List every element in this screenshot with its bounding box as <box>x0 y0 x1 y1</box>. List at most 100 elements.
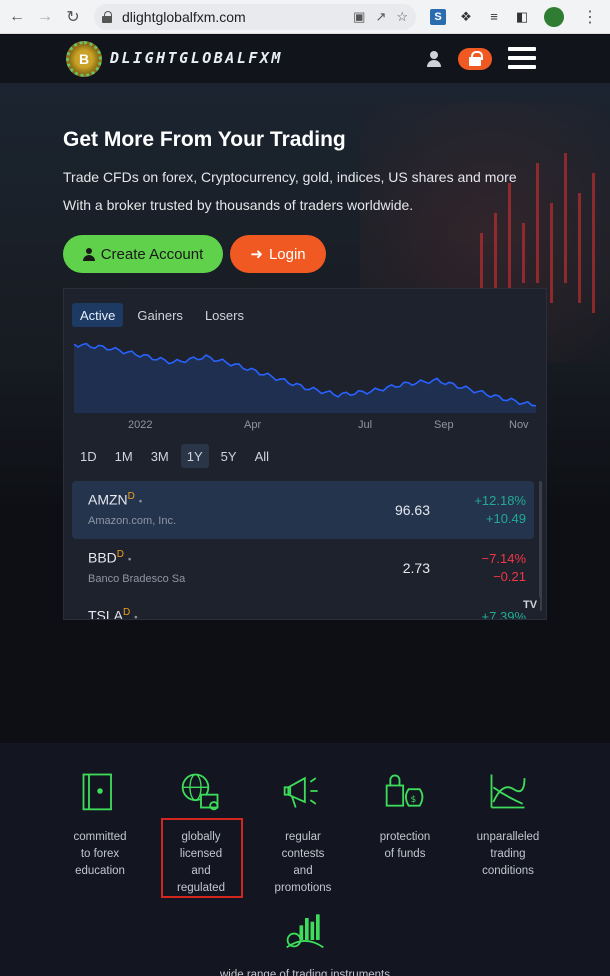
x-tick-label: Jul <box>358 419 373 431</box>
login-label: Login <box>268 245 306 263</box>
feature-item: committed to forex education <box>60 767 140 880</box>
feature-item: wide range of trading instruments <box>200 905 410 976</box>
user-icon <box>82 247 95 261</box>
market-overview-widget: Active Gainers Losers 2022 Apr Jul Sep Nov 1D 1… <box>63 288 547 620</box>
brand-name[interactable]: DLIGHTGLOBALFXM <box>110 49 283 67</box>
translate-icon[interactable]: ▣ <box>353 9 365 25</box>
extensions-puzzle-icon[interactable]: ❖ <box>458 9 474 25</box>
feature-label-line: conditions <box>482 865 534 877</box>
chart-area-fill <box>74 343 536 413</box>
chart-x-axis: 2022 Apr Jul Sep Nov <box>64 419 546 433</box>
symbol-price: 190.72 <box>387 618 430 619</box>
range-all[interactable]: All <box>249 444 275 468</box>
create-account-button[interactable]: Create Account <box>63 235 223 273</box>
feature-label-line: wide range of trading instruments <box>219 969 391 976</box>
feature-label-line: regular <box>285 831 321 843</box>
x-tick-label: Apr <box>244 419 262 431</box>
globe-certificate-icon <box>181 773 219 811</box>
hero-title: Get More From Your Trading <box>63 128 346 151</box>
symbol-ticker: BBDD • <box>88 549 132 566</box>
instruments-icon <box>286 914 324 949</box>
profile-avatar[interactable] <box>544 6 564 27</box>
feature-label-line: of funds <box>384 848 426 860</box>
range-5y[interactable]: 5Y <box>215 444 243 468</box>
back-icon[interactable]: ← <box>6 6 28 28</box>
create-account-label: Create Account <box>100 245 204 263</box>
lock-icon <box>102 10 112 23</box>
padlock-icon <box>469 51 483 66</box>
list-scrollbar[interactable] <box>539 481 542 611</box>
symbol-change: −0.21 <box>493 569 526 584</box>
site-header: B DLIGHTGLOBALFXM <box>0 35 610 83</box>
delayed-badge: D <box>116 549 125 560</box>
website: B DLIGHTGLOBALFXM Get More From Your Tra… <box>0 35 610 976</box>
tab-losers[interactable]: Losers <box>197 303 252 327</box>
feature-label-line: contests <box>281 848 325 860</box>
bookmark-star-icon[interactable]: ☆ <box>396 9 408 25</box>
symbol-ticker: AMZND • <box>88 491 143 508</box>
range-1m[interactable]: 1M <box>109 444 139 468</box>
book-icon <box>82 773 112 811</box>
delayed-badge: D <box>127 491 135 502</box>
feature-label-line: committed <box>73 831 127 843</box>
feature-label-line: unparalleled <box>476 831 540 843</box>
logo-letter: B <box>78 51 90 67</box>
feature-label-line: protection <box>379 831 431 843</box>
price-chart[interactable] <box>74 337 536 413</box>
delayed-badge: D <box>123 607 131 618</box>
tradingview-logo-icon[interactable]: TV <box>520 597 540 613</box>
svg-text:$: $ <box>411 794 417 805</box>
symbol-change: +10.49 <box>485 511 526 526</box>
money-bag-lock-icon: $ <box>385 774 424 807</box>
features-section: committed to forex education globally licens… <box>0 743 610 976</box>
logo-coin-icon[interactable]: B <box>66 41 102 77</box>
address-bar[interactable]: dlightglobalfxm.com ▣ ↗ ☆ <box>94 3 416 30</box>
symbol-ticker: TSLAD • <box>88 607 138 620</box>
feature-item: unparalleled trading conditions <box>466 767 550 880</box>
feature-label-line: promotions <box>274 882 332 894</box>
symbol-name: Amazon.com, Inc. <box>88 515 177 527</box>
symbol-name: Banco Bradesco Sa <box>88 573 186 585</box>
feature-label-line: to forex <box>80 848 120 860</box>
range-3m[interactable]: 3M <box>145 444 175 468</box>
menu-kebab-icon[interactable]: ⋮ <box>582 7 598 27</box>
highlight-annotation-box <box>161 818 243 898</box>
feature-label-line: education <box>75 865 125 877</box>
share-icon[interactable]: ↗ <box>375 9 386 25</box>
symbol-price: 96.63 <box>394 502 430 518</box>
symbol-row[interactable]: AMZND • Amazon.com, Inc. 96.63 +12.18% +10.4… <box>72 481 534 539</box>
side-panel-icon[interactable]: ◧ <box>514 9 530 25</box>
extension-s-icon[interactable]: S <box>430 8 446 25</box>
user-icon[interactable] <box>426 51 442 67</box>
symbol-price: 2.73 <box>402 560 430 576</box>
feature-label-line: and <box>293 865 313 877</box>
symbol-list: AMZND • Amazon.com, Inc. 96.63 +12.18% +10.4… <box>72 481 534 620</box>
hero-subtitle-2: With a broker trusted by thousands of tr… <box>63 197 414 213</box>
feature-item: $ protection of funds <box>364 767 446 863</box>
sign-in-icon: ➜ <box>250 246 263 263</box>
hamburger-menu-icon[interactable] <box>508 45 536 71</box>
time-range-selector: 1D 1M 3M 1Y 5Y All <box>74 444 275 468</box>
megaphone-icon <box>283 776 318 808</box>
x-tick-label: 2022 <box>128 419 153 431</box>
symbol-percent-change: +12.18% <box>474 493 526 508</box>
url-text: dlightglobalfxm.com <box>122 8 246 25</box>
range-1y[interactable]: 1Y <box>180 444 209 468</box>
growth-chart-icon <box>490 774 526 809</box>
tab-active[interactable]: Active <box>72 303 124 327</box>
symbol-row[interactable]: BBDD • Banco Bradesco Sa 2.73 −7.14% −0.21 <box>72 539 534 597</box>
widget-tabs: Active Gainers Losers <box>72 303 252 327</box>
reading-list-icon[interactable]: ≡ <box>486 9 502 25</box>
login-button[interactable]: ➜ Login <box>230 235 326 273</box>
browser-toolbar: ← → ↻ dlightglobalfxm.com ▣ ↗ ☆ S ❖ ≡ ◧ … <box>0 0 610 34</box>
forward-icon[interactable]: → <box>34 6 56 28</box>
tab-gainers[interactable]: Gainers <box>129 303 191 327</box>
range-1d[interactable]: 1D <box>74 444 103 468</box>
reload-icon[interactable]: ↻ <box>62 6 84 28</box>
symbol-row[interactable]: TSLAD •190.72+7.39% <box>72 597 534 620</box>
lock-button[interactable] <box>458 48 492 70</box>
feature-item: regular contests and promotions <box>262 767 344 897</box>
symbol-percent-change: −7.14% <box>481 551 526 566</box>
hero-subtitle-1: Trade CFDs on forex, Cryptocurrency, gol… <box>63 169 517 185</box>
x-tick-label: Nov <box>509 419 529 431</box>
